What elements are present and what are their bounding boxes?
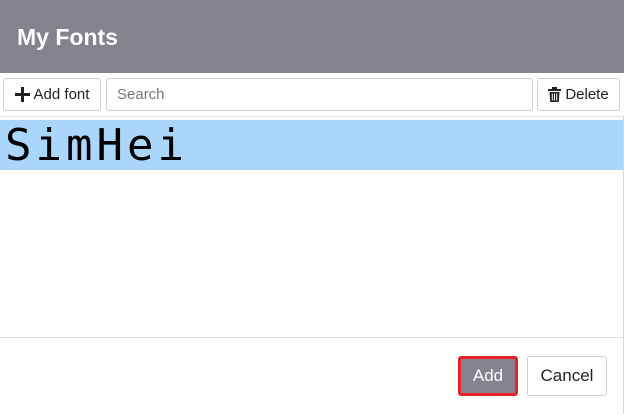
my-fonts-dialog: My Fonts Add font Search Delete SimHei A… xyxy=(0,0,624,414)
delete-label: Delete xyxy=(565,86,609,103)
toolbar: Add font Delete xyxy=(0,73,624,117)
dialog-title: My Fonts xyxy=(17,24,118,50)
plus-icon xyxy=(14,87,30,102)
font-list-item[interactable]: SimHei xyxy=(0,120,623,170)
font-list: SimHei xyxy=(0,118,623,337)
add-font-button[interactable]: Add font xyxy=(3,78,101,111)
add-button[interactable]: Add xyxy=(458,356,518,396)
dialog-header: My Fonts xyxy=(0,0,624,73)
trash-icon xyxy=(548,87,562,102)
search-input[interactable] xyxy=(106,78,533,111)
delete-button[interactable]: Delete xyxy=(537,78,620,111)
dialog-footer: Add Cancel xyxy=(0,337,623,414)
add-font-label: Add font xyxy=(33,86,90,103)
font-name: SimHei xyxy=(5,120,188,171)
cancel-button[interactable]: Cancel xyxy=(527,356,607,396)
